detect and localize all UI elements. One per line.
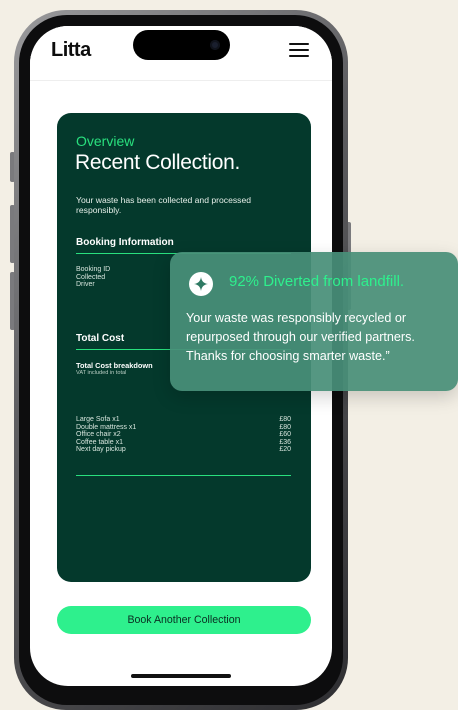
driver-label: Driver: [76, 281, 95, 289]
item-name: Next day pickup: [76, 446, 126, 454]
item-price: £80: [279, 416, 291, 423]
sparkle-icon: [189, 272, 213, 296]
camera-icon: [210, 40, 220, 50]
diversion-stat-title: 92% Diverted from landfill.: [229, 273, 405, 290]
item-name: Office chair x2: [76, 431, 121, 439]
diversion-message: Your waste was responsibly recycled or r…: [186, 311, 415, 363]
items-divider: [76, 475, 291, 476]
landfill-diversion-popup: 92% Diverted from landfill. Your waste w…: [170, 252, 458, 391]
home-indicator[interactable]: [131, 674, 231, 678]
book-another-collection-button[interactable]: Book Another Collection: [57, 606, 311, 634]
item-name: Coffee table x1: [76, 438, 123, 446]
list-item: Coffee table x1 £36: [76, 439, 291, 447]
item-price: £20: [279, 446, 291, 454]
app-header: Litta: [30, 26, 332, 80]
booking-info-heading: Booking Information: [76, 237, 174, 248]
item-name: Double mattress x1: [76, 423, 137, 431]
list-item: Double mattress x1 £80: [76, 424, 291, 432]
cost-breakdown-title: Total Cost breakdown: [76, 361, 153, 370]
list-item: Large Sofa x1 £80: [76, 416, 291, 424]
item-name: Large Sofa x1: [76, 416, 120, 423]
vat-note: VAT included in total: [76, 370, 127, 376]
card-title: Recent Collection.: [75, 151, 241, 174]
item-price: £80: [279, 423, 291, 431]
list-item: Next day pickup £20: [76, 446, 291, 454]
collected-label: Collected: [76, 273, 106, 281]
item-price: £36: [279, 438, 291, 446]
hamburger-menu-icon[interactable]: [289, 43, 311, 59]
booking-id-label: Booking ID: [76, 266, 111, 273]
item-price: £60: [279, 431, 291, 439]
dynamic-island: [133, 30, 230, 60]
card-description: Your waste has been collected and proces…: [76, 195, 252, 215]
app-logo[interactable]: Litta: [51, 39, 91, 62]
card-eyebrow: Overview: [76, 133, 135, 149]
cost-items-list: Large Sofa x1 £80 Double mattress x1 £80…: [76, 416, 291, 454]
total-cost-heading: Total Cost: [76, 333, 125, 344]
list-item: Office chair x2 £60: [76, 431, 291, 439]
